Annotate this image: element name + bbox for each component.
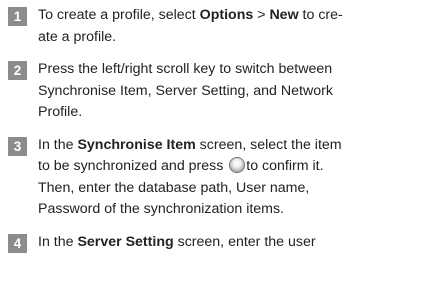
- step-emphasis: Server Setting: [77, 233, 174, 250]
- step-text-run: to confirm it.: [246, 158, 324, 174]
- step-item: 3 In the Synchronise Item screen, select …: [8, 135, 440, 221]
- step-text-run: Press the left/right scroll key to switc…: [38, 61, 333, 77]
- step-text-run: screen, select the item: [195, 136, 342, 153]
- step-text-run: In the: [38, 233, 78, 250]
- step-text-run: Profile.: [38, 104, 83, 120]
- step-text-run: ate a profile.: [38, 28, 117, 45]
- step-text: Press the left/right scroll key to switc…: [38, 59, 440, 124]
- step-number-badge: 2: [8, 61, 27, 80]
- step-number-badge: 4: [8, 233, 27, 253]
- step-item: 4 In the Server Setting screen, enter the…: [8, 232, 440, 254]
- confirm-key-icon: [229, 157, 246, 173]
- step-text-run: To create a profile, select: [38, 7, 200, 23]
- step-number-badge: 1: [8, 7, 27, 26]
- step-text-run: Synchronise Item, Server Setting, and Ne…: [38, 82, 333, 99]
- step-text-run: to cre-: [298, 7, 343, 23]
- step-number-badge: 3: [8, 136, 27, 156]
- step-text-run: screen, enter the user: [173, 233, 316, 250]
- step-emphasis: New: [269, 7, 299, 23]
- step-text-run: >: [253, 7, 270, 23]
- step-text-run: to be synchronized and press: [38, 158, 228, 174]
- step-text: In the Synchronise Item screen, select t…: [38, 135, 440, 221]
- instruction-steps: 1 To create a profile, select Options > N…: [8, 5, 440, 264]
- step-text-run: Then, enter the database path, User name…: [38, 179, 310, 196]
- step-item: 1 To create a profile, select Options > N…: [8, 5, 440, 48]
- step-emphasis: Options: [199, 7, 254, 23]
- step-emphasis: Synchronise Item: [77, 136, 196, 153]
- step-text: To create a profile, select Options > Ne…: [38, 5, 440, 48]
- step-text: In the Server Setting screen, enter the …: [38, 232, 440, 254]
- step-text-run: In the: [38, 136, 78, 153]
- step-text-run: Password of the synchronization items.: [38, 201, 285, 217]
- step-item: 2 Press the left/right scroll key to swit…: [8, 59, 440, 124]
